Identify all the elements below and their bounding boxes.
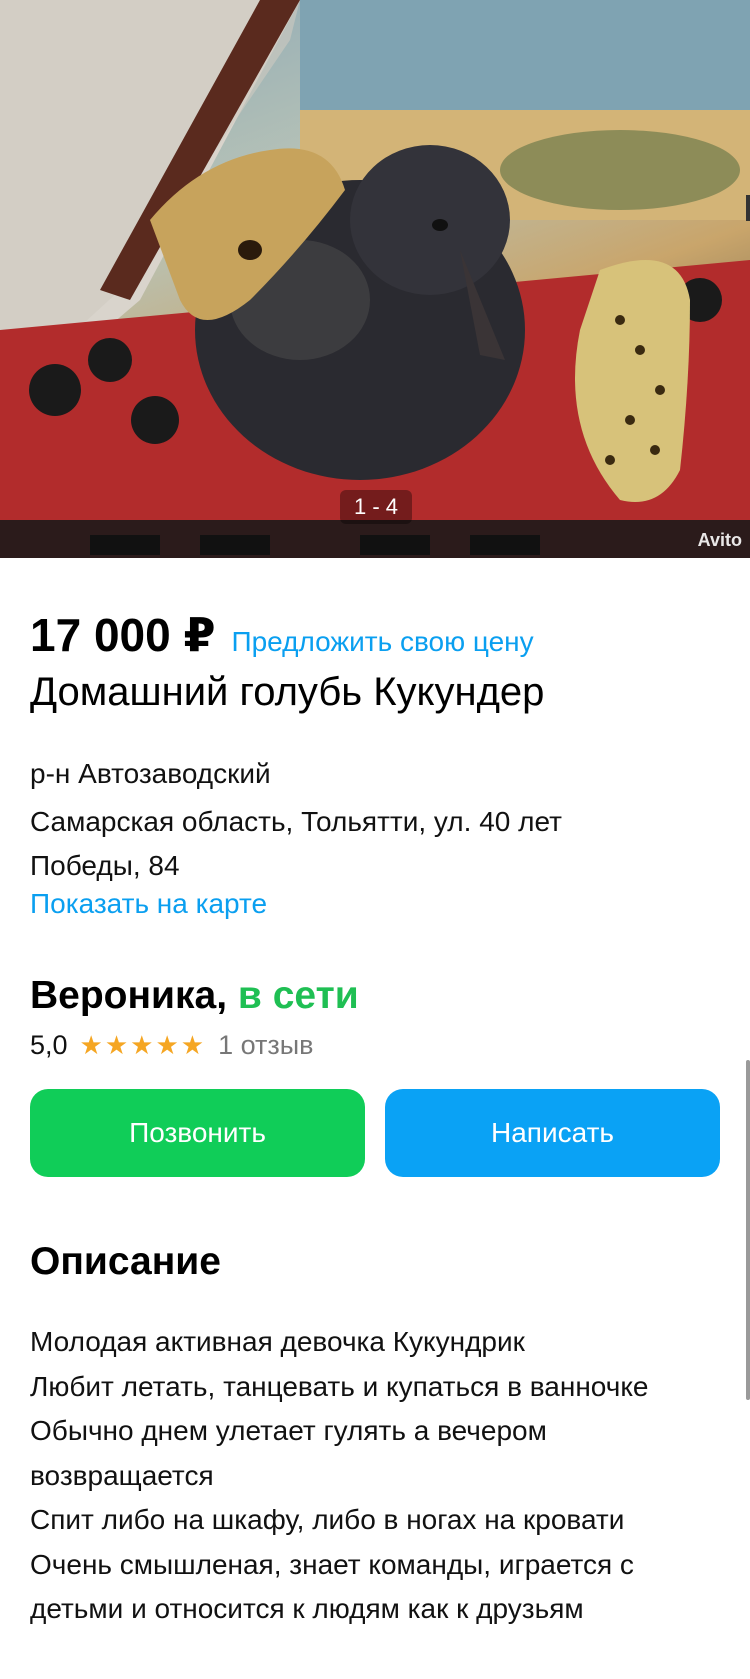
photo-counter: 1 - 4 bbox=[340, 490, 412, 524]
description-line: Молодая активная девочка Кукундрик bbox=[30, 1326, 525, 1357]
address-line: Самарская область, Тольятти, ул. 40 лет bbox=[30, 806, 562, 837]
scroll-indicator-top bbox=[746, 195, 750, 221]
description-line: возвращается bbox=[30, 1459, 214, 1491]
seller-name[interactable]: Вероника, в сети bbox=[30, 974, 359, 1018]
online-status: в сети bbox=[237, 974, 359, 1017]
description-line: детьми и относится к людям как к друзьям bbox=[30, 1593, 584, 1624]
call-button[interactable]: Позвонить bbox=[30, 1089, 365, 1177]
photo-scene bbox=[0, 0, 750, 558]
address-line: Победы, 84 bbox=[30, 850, 180, 881]
description-line: Любит летать, танцевать и купаться в ван… bbox=[30, 1370, 649, 1402]
listing-title: Домашний голубь Кукундер bbox=[30, 670, 545, 714]
description-line: Обычно днем улетает гулять а вечером bbox=[30, 1415, 547, 1446]
description-text: Молодая активная девочка Кукундрик Любит… bbox=[30, 1320, 730, 1632]
price-row: 17 000 ₽ Предложить свою цену bbox=[30, 608, 534, 662]
scrollbar[interactable] bbox=[746, 1060, 750, 1400]
district: р-н Автозаводский bbox=[30, 758, 271, 789]
offer-price-link[interactable]: Предложить свою цену bbox=[231, 626, 533, 658]
description-line: Спит либо на шкафу, либо в ногах на кров… bbox=[30, 1504, 625, 1535]
seller-rating[interactable]: 5,0 ★★★★★ 1 отзыв bbox=[30, 1030, 314, 1061]
rating-value: 5,0 bbox=[30, 1030, 68, 1060]
reviews-count: 1 отзыв bbox=[218, 1030, 314, 1060]
rating-stars-icon: ★★★★★ bbox=[79, 1030, 207, 1060]
address: Самарская область, Тольятти, ул. 40 лет … bbox=[30, 800, 710, 888]
write-button[interactable]: Написать bbox=[385, 1089, 720, 1177]
description-heading: Описание bbox=[30, 1240, 221, 1283]
show-on-map-link[interactable]: Показать на карте bbox=[30, 888, 267, 920]
seller-name-text: Вероника, bbox=[30, 974, 228, 1017]
price: 17 000 ₽ bbox=[30, 609, 216, 661]
description-line: Очень смышленая, знает команды, играется… bbox=[30, 1548, 634, 1580]
listing-photo[interactable]: 1 - 4 Avito bbox=[0, 0, 750, 558]
avito-watermark: Avito bbox=[697, 530, 742, 550]
